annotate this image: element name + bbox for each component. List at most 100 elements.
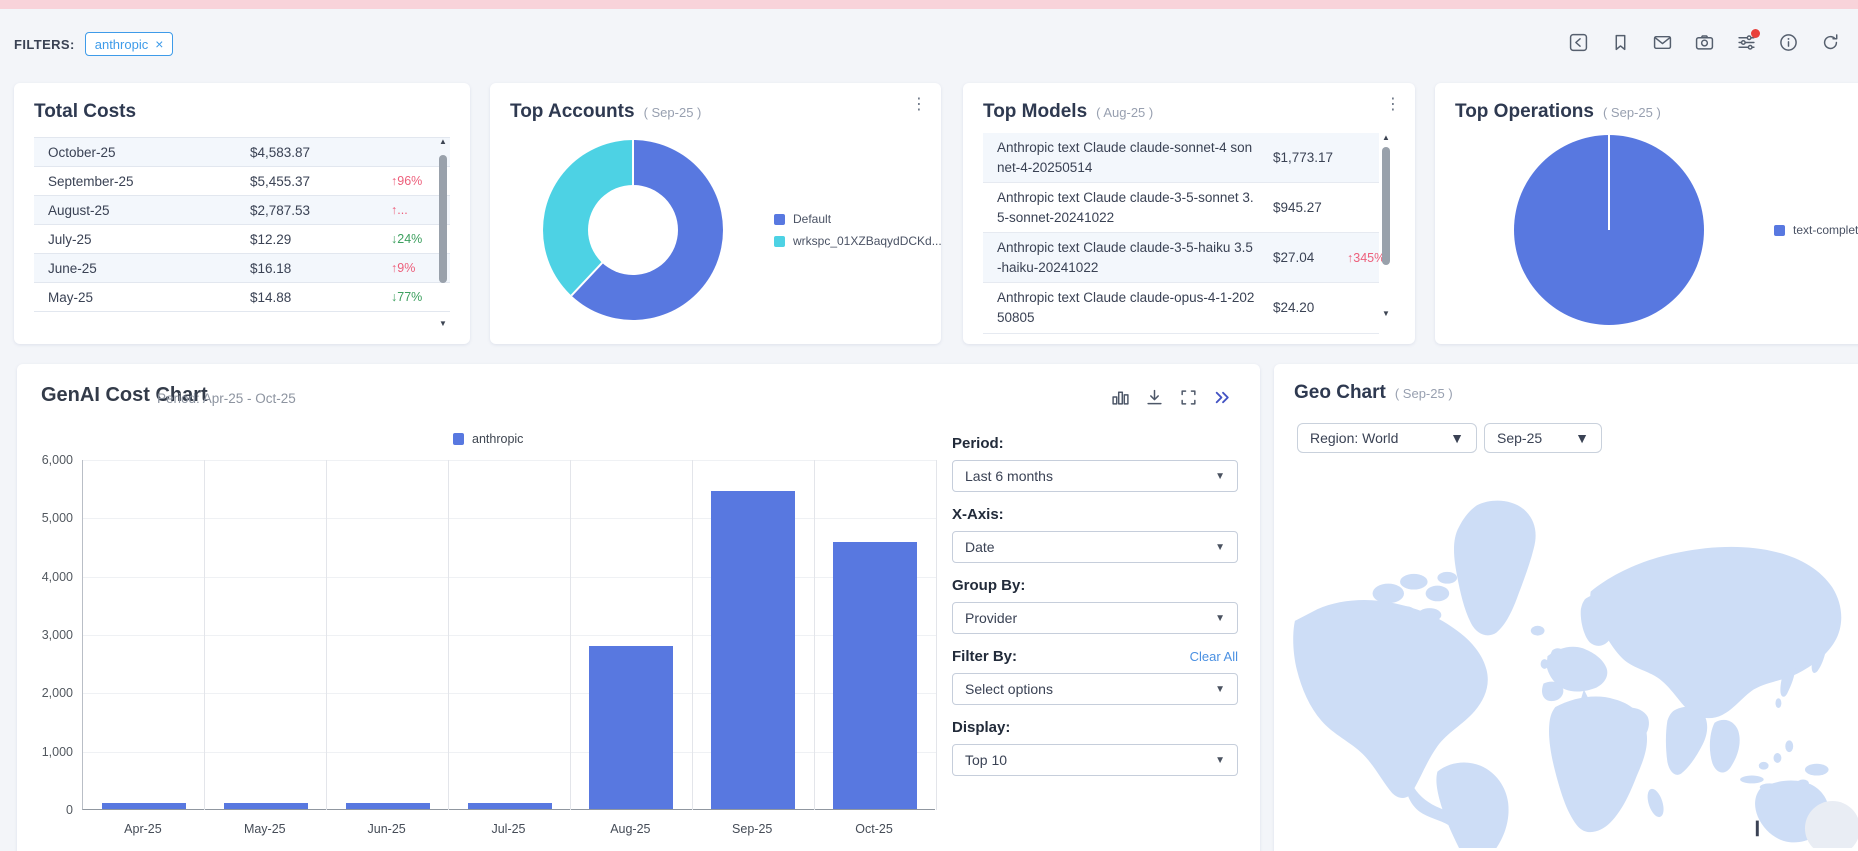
top-operations-card: Top Operations( Sep-25 ) text-completion bbox=[1435, 83, 1858, 344]
donut-slice-separator bbox=[632, 140, 634, 230]
genai-cost-chart-card: GenAI Cost Chart Period: Apr-25 - Oct-25… bbox=[17, 364, 1260, 851]
x-tick-label: Apr-25 bbox=[88, 822, 198, 836]
y-tick-label: 0 bbox=[17, 803, 73, 817]
table-row: Anthropic text Claude claude-opus-4-1-20… bbox=[983, 283, 1379, 333]
change-badge: ↓77% bbox=[391, 290, 422, 304]
card-title: Top Models( Aug-25 ) bbox=[983, 101, 1153, 123]
model-name-cell: Anthropic text Claude claude-sonnet-4 so… bbox=[997, 138, 1255, 177]
top-models-card: Top Models( Aug-25 ) ⋮ Anthropic text Cl… bbox=[963, 83, 1415, 344]
map-continents bbox=[1293, 501, 1851, 848]
period-label: Period: bbox=[952, 435, 1238, 452]
value-cell: $16.18 bbox=[250, 261, 390, 276]
value-cell: $24.20 bbox=[1273, 300, 1335, 315]
scroll-up-arrow[interactable]: ▲ bbox=[436, 137, 450, 147]
month-cell: October-25 bbox=[48, 145, 250, 160]
table-row: August-25$2,787.53↑... bbox=[34, 196, 450, 225]
x-axis-select[interactable]: Date ▼ bbox=[952, 531, 1238, 563]
x-tick-label: Oct-25 bbox=[819, 822, 929, 836]
chip-close-icon[interactable]: × bbox=[155, 36, 163, 52]
mail-icon[interactable] bbox=[1653, 33, 1672, 52]
change-badge: ↑96% bbox=[391, 174, 422, 188]
notification-badge bbox=[1751, 29, 1760, 38]
table-row: July-25$12.29↓24% bbox=[34, 225, 450, 254]
scroll-down-arrow[interactable]: ▼ bbox=[1379, 309, 1393, 319]
chart-toolbar bbox=[1111, 388, 1232, 407]
month-select[interactable]: Sep-25 ▼ bbox=[1484, 423, 1602, 453]
column-chart-icon[interactable] bbox=[1111, 388, 1130, 407]
top-operations-legend: text-completion bbox=[1774, 223, 1858, 237]
bookmark-icon[interactable] bbox=[1611, 33, 1630, 52]
gridline bbox=[570, 460, 571, 810]
chevron-down-icon: ▼ bbox=[1215, 471, 1225, 482]
y-tick-label: 2,000 bbox=[17, 686, 73, 700]
chevron-down-icon: ▼ bbox=[1575, 430, 1589, 446]
y-tick-label: 6,000 bbox=[17, 453, 73, 467]
bar-chart-area: anthropic 01,0002,0003,0004,0005,0006,00… bbox=[17, 364, 1007, 851]
chart-controls-panel: Period: Last 6 months ▼ X-Axis: Date ▼ G… bbox=[952, 435, 1238, 790]
value-cell: $2,787.53 bbox=[250, 203, 390, 218]
filter-by-label: Filter By: bbox=[952, 648, 1017, 665]
gridline bbox=[448, 460, 449, 810]
bar-aug-25 bbox=[589, 646, 673, 809]
gridline bbox=[83, 693, 936, 694]
legend-swatch bbox=[774, 214, 785, 225]
refresh-icon[interactable] bbox=[1821, 33, 1840, 52]
x-tick-label: May-25 bbox=[210, 822, 320, 836]
filter-chip-anthropic[interactable]: anthropic × bbox=[85, 32, 174, 56]
clear-all-link[interactable]: Clear All bbox=[1190, 649, 1238, 664]
geo-chart-card: Geo Chart( Sep-25 ) Region: World ▼ Sep-… bbox=[1274, 364, 1858, 851]
x-axis-select-value: Date bbox=[965, 539, 995, 555]
scroll-down-arrow[interactable]: ▼ bbox=[436, 319, 450, 329]
gridline bbox=[83, 460, 936, 461]
sliders-icon[interactable] bbox=[1737, 33, 1756, 52]
info-icon[interactable] bbox=[1779, 33, 1798, 52]
chevron-down-icon: ▼ bbox=[1215, 613, 1225, 624]
legend-swatch bbox=[774, 236, 785, 247]
camera-icon[interactable] bbox=[1695, 33, 1714, 52]
top-models-scrollbar: ▲ ▼ bbox=[1379, 133, 1393, 319]
card-period: ( Aug-25 ) bbox=[1096, 105, 1153, 120]
scroll-up-arrow[interactable]: ▲ bbox=[1379, 133, 1393, 143]
table-row: September-25$5,455.37↑96% bbox=[34, 167, 450, 196]
collapse-panel-icon[interactable] bbox=[1213, 388, 1232, 407]
value-cell: $27.04 bbox=[1273, 250, 1335, 265]
fullscreen-icon[interactable] bbox=[1179, 388, 1198, 407]
bar-may-25 bbox=[224, 803, 308, 809]
card-title: Top Operations( Sep-25 ) bbox=[1455, 101, 1661, 123]
table-row: Anthropic text Claude claude-3-5-sonnet … bbox=[983, 183, 1379, 233]
group-by-select[interactable]: Provider ▼ bbox=[952, 602, 1238, 634]
y-tick-label: 5,000 bbox=[17, 511, 73, 525]
map-overlay-mark bbox=[1756, 821, 1759, 837]
download-icon[interactable] bbox=[1145, 388, 1164, 407]
top-accounts-legend: Default wrkspc_01XZBaqydDCKd... bbox=[774, 212, 942, 248]
world-map[interactable] bbox=[1290, 476, 1858, 848]
change-badge: ↑... bbox=[391, 203, 408, 217]
table-row: May-25$14.88↓77% bbox=[34, 283, 450, 312]
display-select[interactable]: Top 10 ▼ bbox=[952, 744, 1238, 776]
scroll-thumb[interactable] bbox=[1382, 147, 1390, 265]
region-select[interactable]: Region: World ▼ bbox=[1297, 423, 1477, 453]
month-cell: May-25 bbox=[48, 290, 250, 305]
period-select[interactable]: Last 6 months ▼ bbox=[952, 460, 1238, 492]
kebab-menu-icon[interactable]: ⋮ bbox=[911, 97, 927, 113]
legend-label: text-completion bbox=[1793, 223, 1858, 237]
x-tick-label: Sep-25 bbox=[697, 822, 807, 836]
legend-swatch bbox=[1774, 225, 1785, 236]
kebab-menu-icon[interactable]: ⋮ bbox=[1385, 97, 1401, 113]
top-accounts-card: Top Accounts( Sep-25 ) ⋮ Default wrkspc_… bbox=[490, 83, 941, 344]
value-cell: $5,455.37 bbox=[250, 174, 390, 189]
gridline bbox=[814, 460, 815, 810]
period-select-value: Last 6 months bbox=[965, 468, 1053, 484]
group-by-label: Group By: bbox=[952, 577, 1238, 594]
scroll-thumb[interactable] bbox=[439, 155, 447, 283]
filters-bar: FILTERS: anthropic × bbox=[14, 30, 173, 58]
month-cell: July-25 bbox=[48, 232, 250, 247]
legend-item: wrkspc_01XZBaqydDCKd... bbox=[774, 234, 942, 248]
card-title-text: Top Operations bbox=[1455, 101, 1594, 122]
share-icon[interactable] bbox=[1569, 33, 1588, 52]
card-period: ( Sep-25 ) bbox=[1395, 386, 1453, 401]
month-cell: August-25 bbox=[48, 203, 250, 218]
table-row: October-25$4,583.87 bbox=[34, 138, 450, 167]
chevron-down-icon: ▼ bbox=[1215, 542, 1225, 553]
filter-by-select[interactable]: Select options ▼ bbox=[952, 673, 1238, 705]
